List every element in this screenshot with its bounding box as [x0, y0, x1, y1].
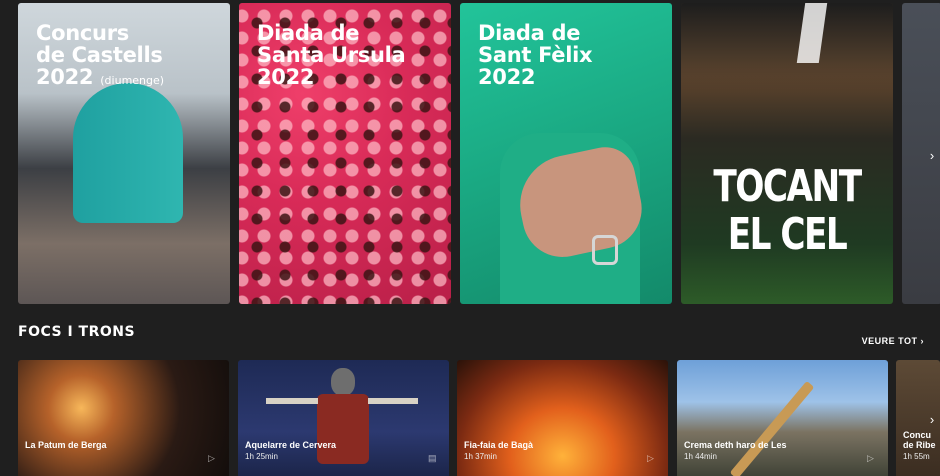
- see-all-link[interactable]: VEURE TOT ›: [862, 336, 924, 346]
- card-fia-faia-de-baga[interactable]: Fia-faia de Bagà 1h 37min ▷: [457, 360, 668, 476]
- devil-body: [317, 394, 369, 464]
- poster-title: Concurs de Castells 2022 (diumenge): [36, 21, 165, 89]
- arm-left: [266, 398, 318, 404]
- card-duration: 1h 55m: [903, 452, 930, 461]
- castellers-image: [73, 83, 183, 223]
- poster-title: TOCANT EL CEL: [713, 161, 862, 260]
- chevron-right-icon[interactable]: ›: [923, 146, 940, 164]
- card-duration: 1h 25min: [245, 452, 278, 461]
- poster-tocant-el-cel[interactable]: TOCANT EL CEL: [681, 3, 893, 304]
- devil-figure-image: [313, 368, 373, 468]
- card-title: La Patum de Berga: [25, 440, 107, 450]
- play-icon: ▷: [208, 453, 215, 463]
- poster-diada-santa-ursula[interactable]: Diada de Santa Ursula 2022: [239, 3, 451, 304]
- arm-right: [368, 398, 418, 404]
- chevron-right-icon: ›: [920, 336, 924, 346]
- play-icon: ▷: [867, 453, 874, 463]
- card-title: Fia-faia de Bagà: [464, 440, 534, 450]
- card-title: Crema deth haro de Les: [684, 440, 787, 450]
- poster-title: Diada de Santa Ursula 2022: [257, 21, 406, 89]
- ring-image: [592, 235, 618, 265]
- stadium-image: [681, 3, 893, 93]
- card-duration: 1h 37min: [464, 452, 497, 461]
- poster-concurs-de-castells[interactable]: Concurs de Castells 2022 (diumenge): [18, 3, 230, 304]
- featured-row: Concurs de Castells 2022 (diumenge) Diad…: [0, 0, 940, 310]
- card-title: Aquelarre de Cervera: [245, 440, 337, 450]
- card-aquelarre-de-cervera[interactable]: Aquelarre de Cervera 1h 25min ▤: [238, 360, 449, 476]
- card-duration: 1h 44min: [684, 452, 717, 461]
- card-la-patum-de-berga[interactable]: La Patum de Berga ▷: [18, 360, 229, 476]
- devil-head: [331, 368, 355, 396]
- section-title: FOCS I TRONS: [18, 324, 136, 340]
- see-all-label: VEURE TOT: [861, 336, 918, 346]
- card-title: Concu de Ribe: [903, 430, 936, 450]
- haro-image: [729, 380, 815, 476]
- play-icon: ▷: [647, 453, 654, 463]
- poster-diada-sant-felix[interactable]: Diada de Sant Fèlix 2022: [460, 3, 672, 304]
- chevron-right-icon[interactable]: ›: [923, 410, 940, 428]
- bookmark-icon: ▤: [428, 453, 437, 463]
- card-crema-deth-haro-de-les[interactable]: Crema deth haro de Les 1h 44min ▷: [677, 360, 888, 476]
- poster-title: Diada de Sant Fèlix 2022: [478, 21, 593, 89]
